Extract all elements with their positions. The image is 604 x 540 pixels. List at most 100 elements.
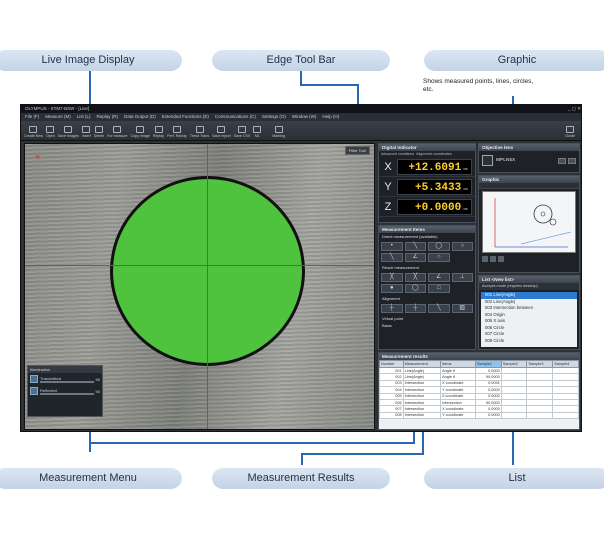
replay-icon [154, 126, 163, 133]
leader-results-h [301, 453, 423, 455]
menu-extended-functions[interactable]: Extended Functions (E) [162, 113, 209, 121]
menu-list[interactable]: List (L) [77, 113, 91, 121]
tab-alignment-coordinates[interactable]: Alignment coordinates [416, 152, 452, 156]
table-row[interactable]: 008 Intersection Y coordinate 0.0000 [379, 411, 579, 420]
insert-button[interactable]: Insert [82, 126, 91, 138]
graphic-small-circle [549, 218, 557, 226]
menu-communications[interactable]: Communications (C) [215, 113, 256, 121]
marking-label: Marking [272, 134, 286, 138]
leader-menu-h [89, 442, 414, 444]
zoom-in-icon[interactable] [482, 256, 488, 262]
transmitted-slider[interactable] [40, 380, 94, 383]
menu-file[interactable]: File (F) [25, 113, 39, 121]
reflected-slider[interactable] [40, 392, 94, 395]
save-csv-button[interactable]: Save CSV [233, 126, 251, 138]
copy-image-button[interactable]: Copy Image [131, 126, 150, 138]
perf-replay-label: Perf. Replay [167, 134, 187, 138]
result-measurement-grid: ╳ ╳ ∠ ⊥ ● ◯ □ [379, 271, 475, 295]
menu-settings[interactable]: Settings (O) [262, 113, 286, 121]
zoom-out-icon[interactable] [490, 256, 496, 262]
result-circle-tool-button[interactable]: ◯ [404, 284, 426, 293]
delete-icon [94, 126, 103, 133]
graphic-canvas[interactable] [482, 191, 576, 253]
angle-tool-button[interactable]: ∠ [404, 253, 426, 262]
perf-replay-button[interactable]: Perf. Replay [167, 126, 187, 138]
trend-trans-button[interactable]: Trend Trans [190, 126, 209, 138]
rotate-tool-button[interactable]: ╲ [428, 304, 450, 313]
delete-button[interactable]: Delete [94, 126, 104, 138]
distance-tool-button[interactable]: ╲ [381, 253, 403, 262]
tab-advanced-conditions[interactable]: Advanced conditions [381, 152, 414, 156]
lens-settings-icon[interactable] [568, 157, 576, 164]
y-axis-label: Y [384, 180, 392, 193]
perpendicular-tool-button[interactable]: ⊥ [451, 273, 473, 282]
save-images-button[interactable]: Save Images [58, 126, 79, 138]
col-number[interactable]: Number [379, 360, 404, 368]
save-images-label: Save Images [57, 134, 79, 138]
col-sample2[interactable]: Sample2 [500, 360, 528, 368]
graphic-toolbar[interactable] [479, 183, 579, 189]
menu-window[interactable]: Window (W) [292, 113, 317, 121]
y-unit: mm [463, 187, 468, 192]
intersection-tool-button[interactable]: ╳ [381, 273, 403, 282]
align-grid-tool-button[interactable]: ▧ [451, 304, 473, 313]
open-button[interactable]: Open [46, 126, 55, 138]
for-measure-label: For measure [107, 134, 128, 138]
application-window: OLYMPUS - STM7-BSW - [Live] _ ▢ ✕ File (… [20, 104, 582, 432]
m1-button[interactable]: M1 [253, 126, 262, 138]
save-csv-label: Save CSV [233, 134, 251, 138]
copy-image-label: Copy Image [130, 134, 150, 138]
save-report-button[interactable]: Save report [212, 126, 231, 138]
graphic-footer-tools [482, 256, 504, 262]
menu-measure[interactable]: Measure (M) [45, 113, 71, 121]
circle-tool-button[interactable]: ◯ [428, 242, 450, 251]
z-value: +0.0000 mm [397, 198, 472, 215]
point-tool-button[interactable]: • [381, 242, 403, 251]
marking-button[interactable]: Marking [272, 126, 285, 138]
objective-lens-name[interactable]: MPLN5X [496, 158, 515, 163]
reflected-light-icon [30, 387, 38, 395]
camera-icon [64, 126, 73, 133]
col-measurement[interactable]: Measurement [402, 360, 442, 368]
menu-help[interactable]: Help (H) [322, 113, 339, 121]
list-item[interactable]: 008 Circle [481, 338, 577, 345]
cross-tool-button[interactable]: ╳ [404, 273, 426, 282]
x-value-text: +12.6091 [408, 161, 462, 174]
live-image-display[interactable]: ⌖ Filter Tool Illumination Transmitted 5… [24, 143, 375, 430]
filter-tool-button[interactable]: Filter Tool [344, 146, 370, 155]
origin-tool-button[interactable]: ┼ [381, 304, 403, 313]
basis-heading[interactable]: Basis [379, 322, 475, 329]
menu-data-output[interactable]: Data Output (D) [124, 113, 156, 121]
col-sample4[interactable]: Sample4 [552, 360, 579, 368]
guide-button[interactable]: Guide [565, 126, 575, 138]
col-sample1[interactable]: Sample1 [474, 360, 502, 368]
arc-tool-button[interactable]: ○ [451, 242, 473, 251]
trend-icon [195, 126, 204, 133]
axis-tool-button[interactable]: ┼ [404, 304, 426, 313]
crosshair-vertical [207, 144, 208, 429]
replay-button[interactable]: Replay [153, 126, 164, 138]
graphic-panel-title: Graphic [479, 176, 579, 183]
lens-option-icon[interactable] [558, 157, 566, 164]
col-items[interactable]: Items [440, 360, 476, 368]
center-tool-button[interactable]: ● [381, 284, 403, 293]
menu-replay[interactable]: Replay (R) [97, 113, 119, 121]
window-controls[interactable]: _ ▢ ✕ [568, 105, 581, 113]
ellipse-tool-button[interactable]: ○ [428, 253, 450, 262]
create-new-button[interactable]: Create New [24, 126, 43, 138]
edge-tool-bar: Create New Open Save Images Insert Delet… [21, 121, 581, 141]
rectangle-tool-button[interactable]: □ [428, 284, 450, 293]
col-sample3[interactable]: Sample3 [526, 360, 554, 368]
fit-view-icon[interactable] [498, 256, 504, 262]
results-body: 001 Line(Angle) Angle θ 0.0000 002 Line(Angle… [379, 366, 579, 420]
line-tool-button[interactable]: ╲ [404, 242, 426, 251]
direct-measurement-heading: Direct measurement (available) [382, 234, 438, 239]
crosshair-horizontal [25, 265, 374, 266]
reflected-row: Reflected 56 [28, 385, 102, 397]
virtual-point-heading[interactable]: Virtual point [379, 315, 475, 322]
window-title: OLYMPUS - STM7-BSW - [Live] [25, 106, 90, 111]
result-angle-tool-button[interactable]: ∠ [428, 273, 450, 282]
callout-edge-tool-bar: Edge Tool Bar [212, 49, 390, 71]
for-measure-button[interactable]: For measure [107, 126, 128, 138]
m1-icon [253, 126, 262, 133]
